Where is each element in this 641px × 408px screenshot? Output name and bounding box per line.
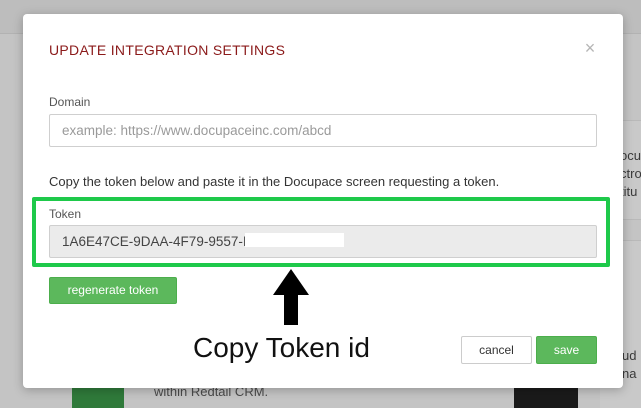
token-label: Token [49,207,82,221]
domain-label: Domain [49,95,91,109]
close-icon[interactable]: × [583,38,597,58]
modal-title: UPDATE INTEGRATION SETTINGS [49,42,286,58]
annotation-text: Copy Token id [193,332,370,363]
save-button[interactable]: save [536,336,597,364]
token-instruction: Copy the token below and paste it in the… [49,174,500,189]
token-redaction [245,233,344,247]
background-text: ocup [620,148,641,163]
integration-settings-modal: UPDATE INTEGRATION SETTINGS × Domain Cop… [23,14,623,388]
cancel-button[interactable]: cancel [461,336,532,364]
background-text: ud [622,348,637,363]
domain-input[interactable] [49,114,597,147]
background-text: ctro [620,166,641,181]
regenerate-token-button[interactable]: regenerate token [49,277,177,304]
up-arrow-icon [273,269,309,325]
background-text: na [622,366,637,381]
